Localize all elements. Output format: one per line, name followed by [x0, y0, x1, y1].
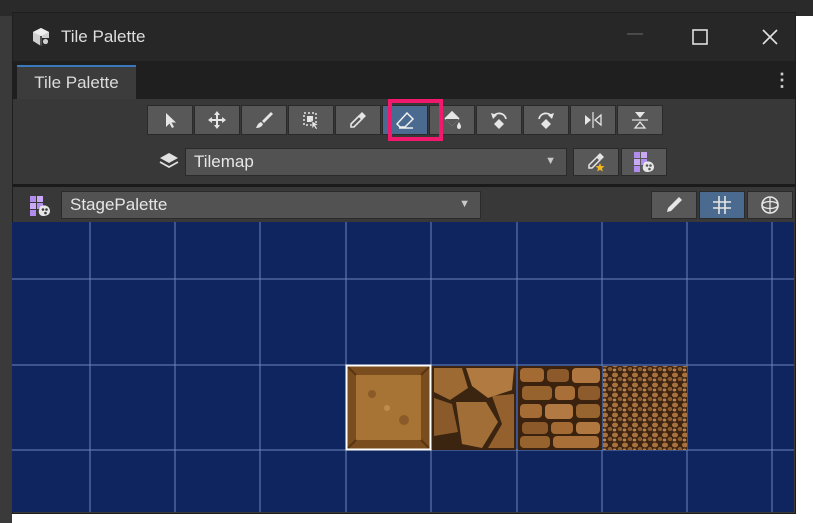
pebble-tile[interactable] [603, 366, 687, 450]
minimize-button[interactable]: — [625, 25, 645, 49]
box-fill-tool-button[interactable] [288, 105, 334, 135]
rotate-right-icon [538, 112, 554, 129]
chevron-down-icon: ▼ [459, 198, 470, 210]
palette-dropdown[interactable]: StagePalette ▼ [61, 191, 481, 219]
window-title: Tile Palette [61, 27, 146, 46]
palette-grid [12, 222, 794, 512]
paint-bucket-icon [444, 110, 461, 129]
flip-vertical-icon [632, 112, 648, 129]
palette-editor-button[interactable] [621, 148, 667, 176]
maximize-button[interactable] [689, 26, 711, 48]
palette-icon [634, 152, 654, 172]
unity-cube-icon [33, 28, 49, 46]
paint-tool-button[interactable] [241, 105, 287, 135]
paintbrush-icon [256, 112, 273, 128]
palette-canvas[interactable] [12, 222, 794, 512]
toggle-gizmos-button[interactable] [747, 191, 793, 219]
box-fill-icon [303, 112, 320, 130]
flip-y-button[interactable] [617, 105, 663, 135]
active-target-row: Tilemap ▼ [13, 146, 795, 182]
rotate-counterclockwise-button[interactable] [476, 105, 522, 135]
eyedropper-star-icon [588, 153, 605, 172]
layers-icon [159, 153, 179, 169]
pencil-icon [667, 197, 682, 212]
brick-stone-tile[interactable] [518, 366, 602, 450]
title-bar[interactable]: Tile Palette — [13, 13, 795, 61]
flip-x-button[interactable] [570, 105, 616, 135]
eyedropper-icon [350, 112, 366, 128]
move-tool-button[interactable] [194, 105, 240, 135]
grid-icon [713, 196, 731, 214]
close-button[interactable] [759, 26, 781, 48]
pick-tool-button[interactable] [335, 105, 381, 135]
tab-strip: Tile Palette ⋮ [13, 61, 795, 99]
palette-value: StagePalette [70, 195, 168, 214]
gizmo-globe-icon [761, 196, 779, 214]
toggle-grid-button[interactable] [699, 191, 745, 219]
palette-icon [30, 196, 50, 216]
active-tilemap-value: Tilemap [194, 152, 254, 171]
move-icon [208, 111, 226, 129]
erase-tool-highlight [388, 99, 443, 141]
dirt-tile[interactable] [345, 364, 432, 451]
section-divider [13, 184, 795, 187]
rotate-clockwise-button[interactable] [523, 105, 569, 135]
palette-row: StagePalette ▼ [13, 189, 795, 223]
large-stone-tile[interactable] [432, 366, 516, 450]
tab-tile-palette[interactable]: Tile Palette [17, 65, 136, 99]
tab-menu-icon[interactable]: ⋮ [773, 71, 791, 89]
arrow-select-icon [166, 113, 176, 128]
tilemap-focus-button[interactable] [573, 148, 619, 176]
flip-horizontal-icon [585, 112, 602, 128]
active-tilemap-dropdown[interactable]: Tilemap ▼ [185, 148, 567, 176]
edit-palette-button[interactable] [651, 191, 697, 219]
background-editor-edge [0, 16, 12, 523]
rotate-left-icon [491, 112, 507, 129]
select-tool-button[interactable] [147, 105, 193, 135]
chevron-down-icon: ▼ [545, 155, 556, 167]
